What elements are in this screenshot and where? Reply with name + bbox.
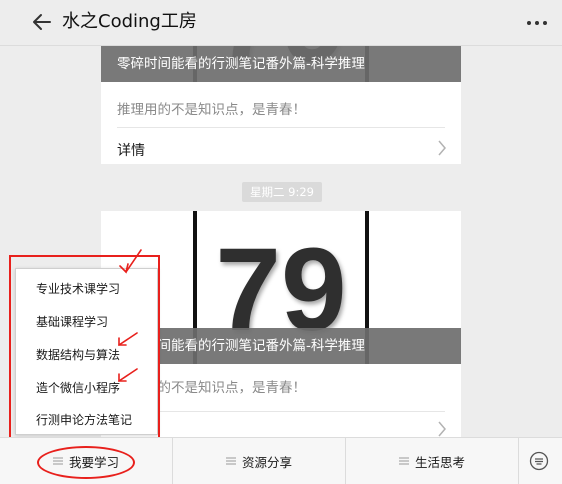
menu-item-exam-notes[interactable]: 行测申论方法笔记 xyxy=(36,411,132,428)
hamburger-icon xyxy=(52,457,63,465)
divider xyxy=(117,127,445,128)
popup-menu: 专业技术课学习 基础课程学习 数据结构与算法 造个微信小程序 行测申论方法笔记 xyxy=(15,268,158,435)
cover-caption: 零碎时间能看的行测笔记番外篇-科学推理 xyxy=(101,46,461,82)
bottom-menu-bar: 我要学习 资源分享 生活思考 xyxy=(0,437,562,484)
article-summary: 推理用的不是知识点，是青春！ xyxy=(117,102,306,118)
divider xyxy=(117,411,445,412)
back-arrow-icon[interactable] xyxy=(30,10,54,34)
tab-label: 我要学习 xyxy=(68,454,119,470)
menu-item-basic-course[interactable]: 基础课程学习 xyxy=(36,313,108,330)
menu-item-professional-course[interactable]: 专业技术课学习 xyxy=(36,280,120,297)
more-dots-icon[interactable] xyxy=(526,20,548,26)
chevron-right-icon xyxy=(438,421,446,437)
hamburger-icon xyxy=(398,457,409,465)
menu-item-mini-program[interactable]: 造个微信小程序 xyxy=(36,379,120,396)
tab-label: 资源分享 xyxy=(241,454,292,470)
article-card-1[interactable]: 79 零碎时间能看的行测笔记番外篇-科学推理 推理用的不是知识点，是青春！ 详情 xyxy=(101,46,461,164)
chat-title: 水之Coding工房 xyxy=(62,11,197,32)
chevron-right-icon xyxy=(438,140,446,156)
top-bar: 水之Coding工房 xyxy=(0,0,562,46)
tab-label: 生活思考 xyxy=(414,454,465,470)
menu-item-data-structures[interactable]: 数据结构与算法 xyxy=(36,346,120,363)
tab-life[interactable]: 生活思考 xyxy=(346,438,518,484)
detail-link[interactable]: 详情 xyxy=(117,140,145,160)
keyboard-icon[interactable] xyxy=(529,451,549,471)
tab-learn[interactable]: 我要学习 xyxy=(0,438,172,484)
timestamp: 星期二 9:29 xyxy=(242,182,322,202)
tab-resources[interactable]: 资源分享 xyxy=(173,438,345,484)
hamburger-icon xyxy=(225,457,236,465)
